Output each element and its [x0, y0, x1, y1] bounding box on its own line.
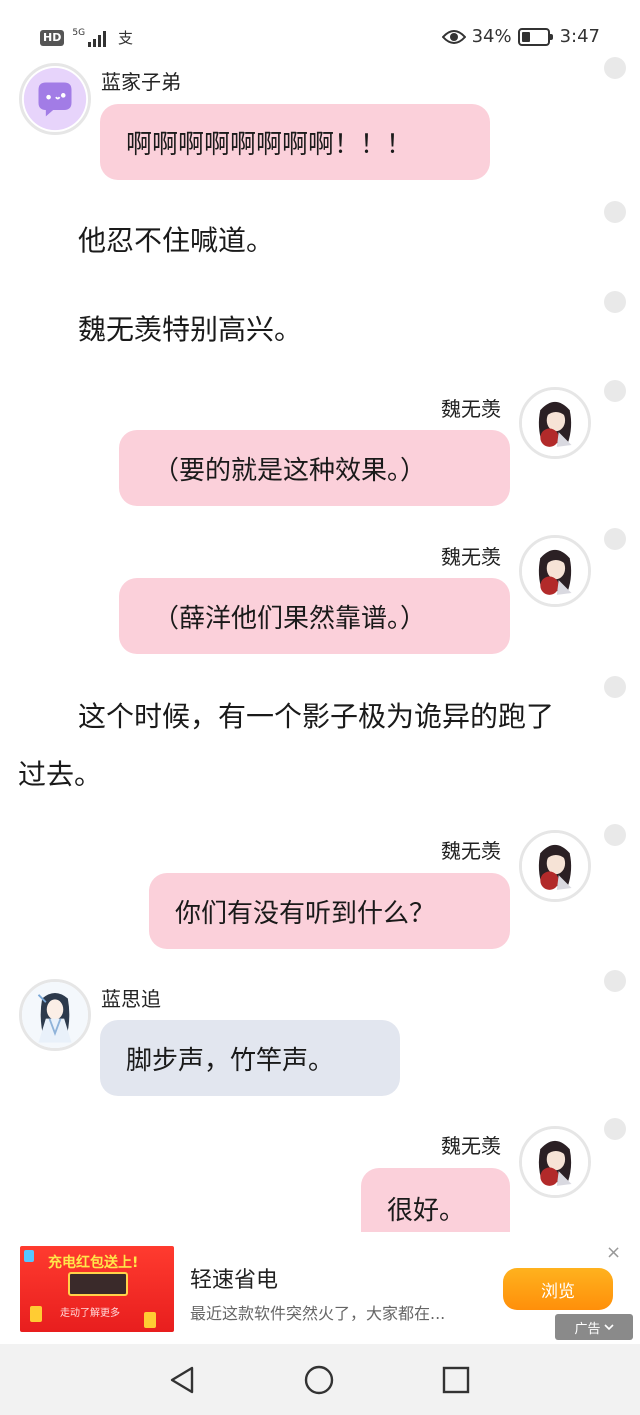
ad-thumb-sub: 走动了解更多: [60, 1308, 120, 1319]
scroll-marker[interactable]: [604, 676, 626, 698]
network-type: 5G: [72, 27, 86, 38]
chat-bubble-icon: [23, 67, 87, 131]
back-triangle-icon[interactable]: [166, 1364, 198, 1396]
red-envelope-icon: [30, 1306, 42, 1322]
ad-thumbnail[interactable]: 充电红包送上! 走动了解更多: [20, 1246, 174, 1332]
ad-description[interactable]: 最近这款软件突然火了，大家都在...: [190, 1300, 445, 1324]
message-bubble[interactable]: （要的就是这种效果。）: [119, 430, 510, 506]
payment-notify-icon: 支: [118, 29, 134, 47]
message-bubble[interactable]: 很好。: [361, 1168, 510, 1232]
narration-text: 这个时候，有一个影子极为诡异的跑了: [78, 700, 555, 733]
scroll-marker[interactable]: [604, 380, 626, 402]
battery-fill: [521, 31, 530, 42]
character-portrait-icon: [22, 982, 88, 1048]
speaker-name: 蓝家子弟: [101, 70, 181, 94]
hd-badge: HD: [40, 29, 65, 46]
ad-close-button[interactable]: ×: [606, 1242, 621, 1263]
message-bubble[interactable]: 你们有没有听到什么？: [149, 873, 510, 949]
message-bubble[interactable]: （薛洋他们果然靠谱。）: [119, 578, 510, 654]
status-left: HD 5G 支: [40, 27, 133, 48]
speaker-name: 魏无羡: [441, 545, 501, 569]
status-bar: HD 5G 支 34% 3:47: [0, 0, 640, 78]
ad-thumb-headline: 充电红包送上!: [48, 1255, 139, 1271]
chevron-down-icon: [603, 1324, 614, 1331]
battery-icon: [517, 27, 553, 46]
speaker-name: 魏无羡: [441, 1134, 501, 1158]
ad-thumb-screen: [68, 1272, 128, 1296]
eye-icon: [441, 29, 466, 44]
system-nav-bar: [0, 1344, 640, 1415]
character-portrait-icon: [522, 1129, 588, 1195]
scroll-marker[interactable]: [604, 970, 626, 992]
chat-bubble-avatar[interactable]: [19, 63, 91, 135]
message-bubble[interactable]: 脚步声，竹竿声。: [100, 1020, 400, 1096]
status-right: 34% 3:47: [441, 26, 600, 47]
battery-percent: 34%: [471, 26, 512, 47]
ad-label-text: 广告: [574, 1321, 601, 1337]
red-envelope-icon: [144, 1312, 156, 1328]
scroll-marker[interactable]: [604, 528, 626, 550]
signal-icon: 5G: [72, 27, 107, 47]
speaker-name: 蓝思追: [101, 987, 161, 1011]
wei-wuxian-avatar[interactable]: [519, 830, 591, 902]
narration-text: 过去。: [18, 758, 103, 791]
speaker-name: 魏无羡: [441, 397, 501, 421]
scroll-marker[interactable]: [604, 824, 626, 846]
narration-text: 他忍不住喊道。: [78, 224, 275, 257]
ad-title[interactable]: 轻速省电: [190, 1262, 278, 1294]
clock: 3:47: [559, 26, 600, 47]
scroll-marker[interactable]: [604, 201, 626, 223]
ad-pin-icon: [24, 1250, 34, 1262]
character-portrait-icon: [522, 390, 588, 456]
ad-browse-button[interactable]: 浏览: [503, 1268, 613, 1310]
message-bubble[interactable]: 啊啊啊啊啊啊啊啊！！！: [100, 104, 490, 180]
narration-text: 魏无羡特别高兴。: [78, 313, 303, 346]
wei-wuxian-avatar[interactable]: [519, 535, 591, 607]
recents-square-icon[interactable]: [440, 1364, 472, 1396]
scroll-marker[interactable]: [604, 1118, 626, 1140]
wei-wuxian-avatar[interactable]: [519, 387, 591, 459]
lan-sizhui-avatar[interactable]: [19, 979, 91, 1051]
ad-banner[interactable]: 充电红包送上! 走动了解更多 轻速省电 最近这款软件突然火了，大家都在... 浏…: [0, 1232, 640, 1344]
ad-label[interactable]: 广告: [555, 1314, 633, 1340]
reader-page: HD 5G 支 34% 3:47 蓝家子弟 啊啊啊啊啊啊啊啊！！！ 他忍不住喊道…: [0, 0, 640, 1415]
scroll-marker[interactable]: [604, 291, 626, 313]
wei-wuxian-avatar[interactable]: [519, 1126, 591, 1198]
scroll-marker[interactable]: [604, 57, 626, 79]
home-circle-icon[interactable]: [303, 1364, 335, 1396]
character-portrait-icon: [522, 833, 588, 899]
character-portrait-icon: [522, 538, 588, 604]
speaker-name: 魏无羡: [441, 839, 501, 863]
